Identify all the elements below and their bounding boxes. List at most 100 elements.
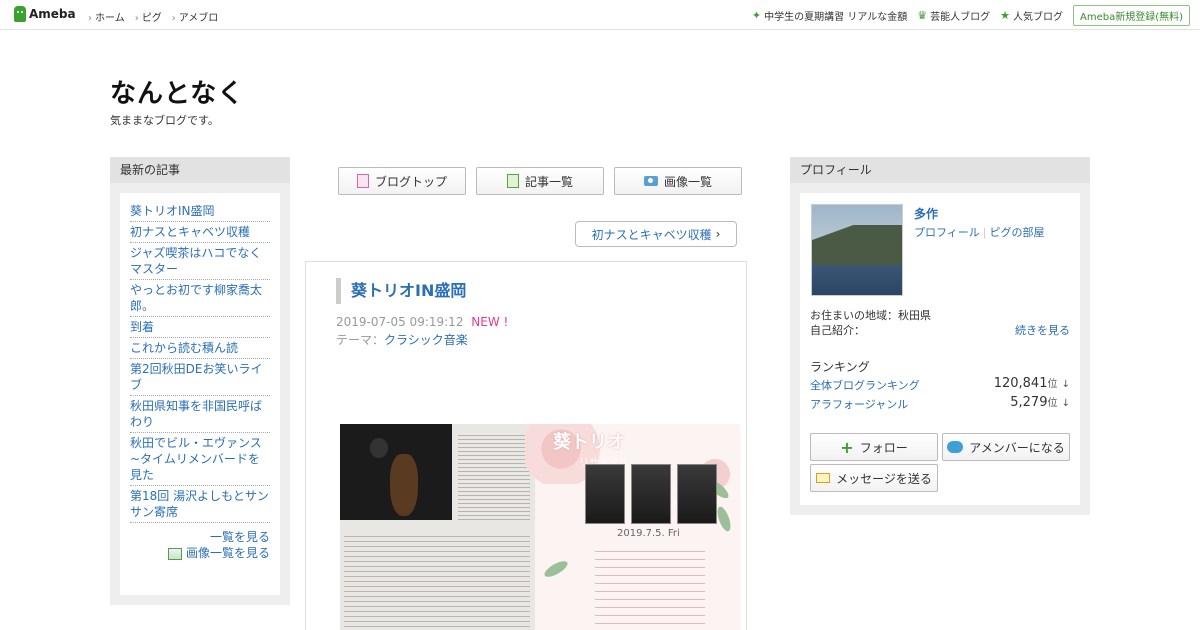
blog-description: 気ままなブログです。 (110, 114, 219, 127)
plus-icon: + (840, 437, 854, 457)
recent-articles-list: 葵トリオIN盛岡 初ナスとキャベツ収穫 ジャズ喫茶はハコでなくマスター やっとお… (130, 201, 270, 523)
sparkle-icon: ✦ (751, 8, 762, 22)
photo-magazine-page (340, 424, 535, 630)
recent-article-link[interactable]: やっとお初です柳家喬太郎。 (130, 283, 262, 313)
pig-room-link[interactable]: ピグの部屋 (990, 226, 1045, 239)
see-images-link[interactable]: 画像一覧を見る (186, 546, 270, 560)
next-article-label: 初ナスとキャベツ収穫 (591, 227, 712, 242)
list-item: 第2回秋田DEお笑いライブ (130, 359, 270, 396)
ranking-overall-value: 120,841位 ↓ (994, 375, 1070, 391)
list-item: 到着 (130, 317, 270, 338)
see-list-link[interactable]: 一覧を見る (210, 530, 270, 544)
top-nav: ホーム ピグ アメブロ (88, 9, 218, 24)
article-meta: 2019-07-05 09:19:12 NEW ! (336, 315, 508, 329)
ameba-logo[interactable]: Ameba (14, 6, 76, 22)
list-item: 葵トリオIN盛岡 (130, 201, 270, 222)
photo-poster: 葵トリオ リサイタル 2019.7.5. Fri (525, 424, 740, 630)
intro-more-link[interactable]: 続きを見る (1015, 322, 1070, 338)
button-label: 記事一覧 (524, 174, 573, 189)
ranking-genre-link[interactable]: アラフォージャンル (810, 398, 908, 411)
profile-link[interactable]: プロフィール (914, 226, 980, 239)
avatar-cliff (812, 225, 902, 265)
top-bar: Ameba ホーム ピグ アメブロ ✦ 中学生の夏期講習 リアルな金額 ♛ 芸能… (0, 0, 1200, 30)
recent-article-link[interactable]: これから読む積ん読 (130, 341, 238, 355)
ameba-logo-icon (14, 6, 26, 22)
next-article-button[interactable]: 初ナスとキャベツ収穫 › (575, 221, 737, 247)
follow-button[interactable]: + フォロー (810, 433, 938, 461)
more-links: 一覧を見る 画像一覧を見る (130, 529, 270, 561)
profile-intro: 自己紹介： (810, 324, 865, 337)
profile-links: プロフィール | ピグの部屋 (914, 224, 1045, 240)
ranking-overall-link[interactable]: 全体ブログランキング (810, 379, 920, 392)
ranking-genre-value: 5,279位 ↓ (1010, 394, 1070, 410)
button-label: ブログトップ (374, 174, 447, 189)
button-label: アメンバーになる (969, 440, 1065, 455)
theme-link[interactable]: クラシック音楽 (384, 333, 468, 347)
article: 葵トリオIN盛岡 2019-07-05 09:19:12 NEW ! テーマ：ク… (305, 261, 747, 630)
photo-cello (390, 454, 418, 516)
article-list-button[interactable]: 記事一覧 (476, 167, 604, 195)
poster-date: 2019.7.5. Fri (617, 528, 680, 539)
top-link-popular-blog[interactable]: ★ 人気ブログ (1000, 8, 1063, 23)
button-label: メッセージを送る (836, 471, 932, 486)
theme-label: テーマ： (336, 333, 385, 347)
poster-title: 葵トリオ (553, 432, 625, 453)
recent-article-link[interactable]: 到着 (130, 320, 154, 334)
nav-ameblo[interactable]: アメブロ (172, 9, 219, 24)
recent-article-link[interactable]: 秋田県知事を非国民呼ばわり (130, 399, 262, 429)
page-icon (356, 174, 369, 188)
signup-button[interactable]: Ameba新規登録(無料) (1072, 4, 1190, 26)
separator: | (982, 226, 987, 239)
profile-panel: プロフィール 多作 プロフィール | ピグの部屋 お住まいの地域：秋田県 自己紹介：… (790, 157, 1090, 515)
send-message-button[interactable]: メッセージを送る (810, 464, 938, 492)
profile-header: プロフィール (790, 157, 1090, 183)
ranking-overall: 全体ブログランキング 120,841位 ↓ (810, 375, 1070, 393)
profile-residence: お住まいの地域：秋田県 (810, 309, 931, 322)
rank-number: 5,279 (1010, 395, 1048, 410)
rank-number: 120,841 (993, 376, 1048, 391)
poster-portrait (631, 464, 671, 524)
article-photo[interactable]: 葵トリオ リサイタル 2019.7.5. Fri (340, 424, 740, 630)
recent-article-link[interactable]: 秋田でビル・エヴァンス~タイムリメンバードを見た (130, 436, 262, 482)
blog-top-button[interactable]: ブログトップ (338, 167, 466, 195)
ranking-header: ランキング (810, 360, 870, 374)
top-link-celebrity-blog[interactable]: ♛ 芸能人ブログ (917, 8, 990, 23)
recent-article-link[interactable]: ジャズ喫茶はハコでなくマスター (130, 246, 261, 276)
recent-article-link[interactable]: 第18回 湯沢よしもとサンサン寄席 (130, 489, 269, 519)
top-right-links: ✦ 中学生の夏期講習 リアルな金額 ♛ 芸能人ブログ ★ 人気ブログ Ameba… (752, 0, 1200, 30)
logo-text: Ameba (29, 7, 76, 21)
top-link-label: 中学生の夏期講習 リアルな金額 (764, 11, 908, 23)
trend-down-icon: ↓ (1061, 379, 1070, 390)
nav-home[interactable]: ホーム (88, 9, 125, 24)
nav-pig[interactable]: ピグ (135, 9, 162, 24)
photo-leaf (542, 558, 570, 580)
recent-article-link[interactable]: 第2回秋田DEお笑いライブ (130, 362, 262, 392)
list-item: これから読む積ん読 (130, 338, 270, 359)
recent-article-link[interactable]: 初ナスとキャベツ収穫 (130, 225, 250, 239)
chevron-right-icon: › (715, 227, 721, 241)
documents-icon (506, 174, 519, 188)
top-link-label: 芸能人ブログ (930, 11, 991, 23)
photo-text-column (458, 432, 530, 520)
image-list-button[interactable]: 画像一覧 (614, 167, 742, 195)
top-link-summer-course[interactable]: ✦ 中学生の夏期講習 リアルな金額 (752, 8, 907, 23)
recent-article-link[interactable]: 葵トリオIN盛岡 (130, 204, 215, 218)
button-label: フォロー (859, 440, 908, 455)
poster-portrait (585, 464, 625, 524)
chat-bubble-icon (947, 441, 964, 453)
top-link-label: 人気ブログ (1012, 11, 1063, 23)
avatar[interactable] (811, 204, 903, 296)
recent-articles-panel: 最新の記事 葵トリオIN盛岡 初ナスとキャベツ収穫 ジャズ喫茶はハコでなくマスタ… (110, 157, 290, 605)
list-item: 初ナスとキャベツ収穫 (130, 222, 270, 243)
profile-name[interactable]: 多作 (914, 205, 938, 222)
amember-button[interactable]: アメンバーになる (942, 433, 1070, 461)
new-badge: NEW ! (471, 315, 509, 329)
rank-unit: 位 (1047, 379, 1058, 390)
article-theme: テーマ：クラシック音楽 (336, 331, 468, 348)
blog-title[interactable]: なんとなく (110, 73, 244, 110)
article-title[interactable]: 葵トリオIN盛岡 (336, 278, 466, 304)
photo-leaf (714, 505, 734, 533)
poster-portrait (677, 464, 717, 524)
star-icon: ★ (1000, 8, 1010, 22)
image-gallery-icon (167, 547, 182, 560)
